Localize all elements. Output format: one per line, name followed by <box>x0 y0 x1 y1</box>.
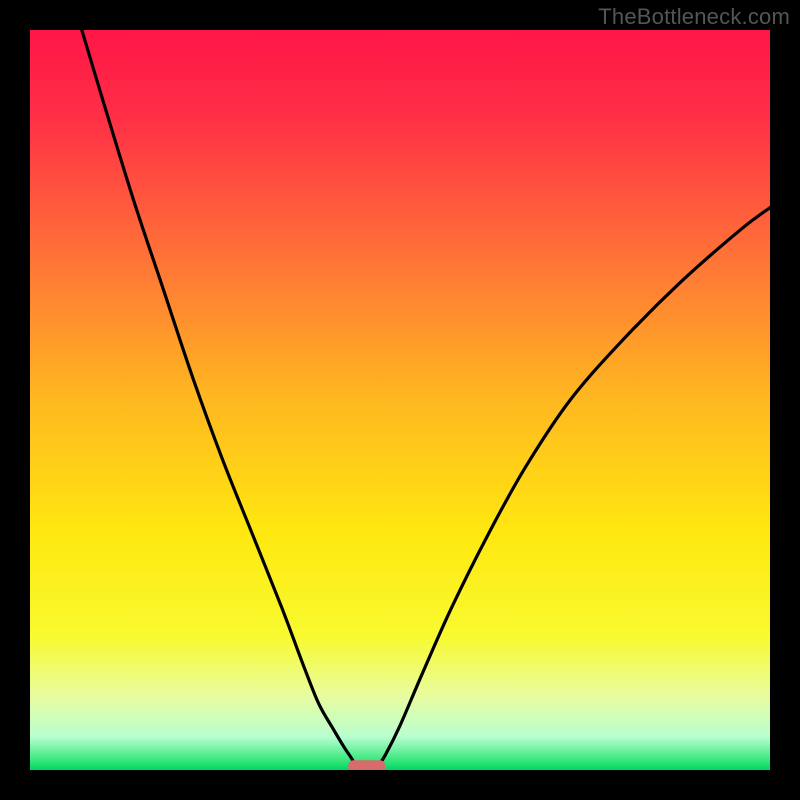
chart-frame: TheBottleneck.com <box>0 0 800 800</box>
min-marker <box>348 760 385 770</box>
bottleneck-plot <box>30 30 770 770</box>
plot-background <box>30 30 770 770</box>
watermark-text: TheBottleneck.com <box>598 4 790 30</box>
